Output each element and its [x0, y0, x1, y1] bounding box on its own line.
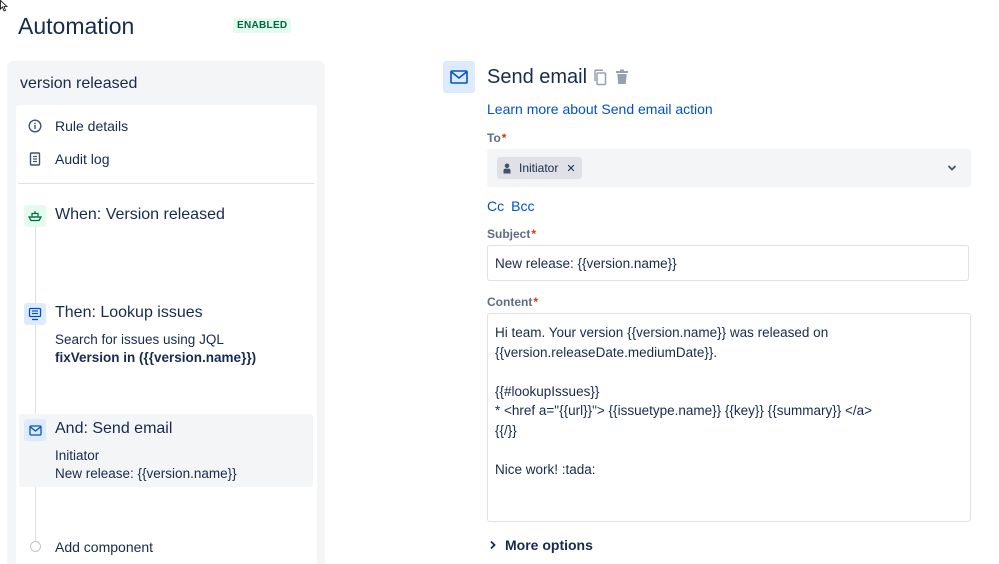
subject-label: Subject* [487, 227, 537, 241]
audit-log-link[interactable]: Audit log [28, 151, 109, 167]
action-title: Send email [487, 66, 588, 88]
add-component-button[interactable]: Add component [55, 539, 153, 555]
chevron-down-icon[interactable] [946, 162, 958, 174]
content-label: Content* [487, 295, 538, 309]
mail-icon [24, 419, 46, 441]
ship-icon [24, 205, 46, 227]
recipient-chip: Initiator ✕ [497, 157, 582, 179]
send-email-step-recipient: Initiator [55, 448, 100, 463]
send-email-step-subject: New release: {{version.name}} [55, 466, 237, 481]
person-icon [503, 163, 511, 174]
required-marker: * [533, 295, 538, 309]
subject-input[interactable]: New release: {{version.name}} [487, 245, 969, 281]
rule-details-label: Rule details [55, 118, 129, 134]
rule-name: version released [20, 75, 138, 92]
chevron-right-icon [489, 540, 497, 550]
required-marker: * [531, 227, 537, 241]
lookup-step-description: Search for issues using JQL [55, 332, 224, 347]
divider [18, 183, 314, 184]
info-icon [28, 119, 42, 133]
bcc-link[interactable]: Bcc [511, 198, 534, 214]
more-options-toggle[interactable]: More options [489, 537, 593, 553]
rule-details-link[interactable]: Rule details [28, 118, 128, 134]
mail-icon [443, 61, 475, 93]
trigger-step[interactable]: When: Version released [55, 206, 225, 224]
recipient-chip-label: Initiator [519, 161, 559, 175]
learn-more-link[interactable]: Learn more about Send email action [487, 101, 713, 117]
lookup-icon [24, 303, 46, 325]
copy-icon[interactable] [592, 68, 608, 86]
cc-link[interactable]: Cc [487, 198, 504, 214]
page-title: Automation [18, 13, 135, 39]
required-marker: * [501, 131, 507, 145]
trash-icon[interactable] [614, 68, 630, 86]
mouse-cursor-icon [0, 0, 8, 12]
lookup-step-jql: fixVersion in ({{version.name}}) [55, 350, 257, 365]
document-icon [28, 152, 42, 166]
audit-log-label: Audit log [55, 151, 110, 167]
cc-bcc-links: Cc Bcc [487, 198, 541, 214]
content-textarea[interactable]: Hi team. Your version {{version.name}} w… [487, 313, 971, 522]
send-email-step-title: And: Send email [55, 420, 173, 437]
remove-chip-icon[interactable]: ✕ [566, 162, 575, 175]
status-badge: ENABLED [233, 18, 292, 33]
more-options-label: More options [505, 537, 593, 553]
lookup-step[interactable]: Then: Lookup issues [55, 304, 203, 322]
timeline-connector [35, 225, 36, 543]
add-component-dot [30, 541, 41, 552]
to-label: To* [487, 131, 507, 145]
